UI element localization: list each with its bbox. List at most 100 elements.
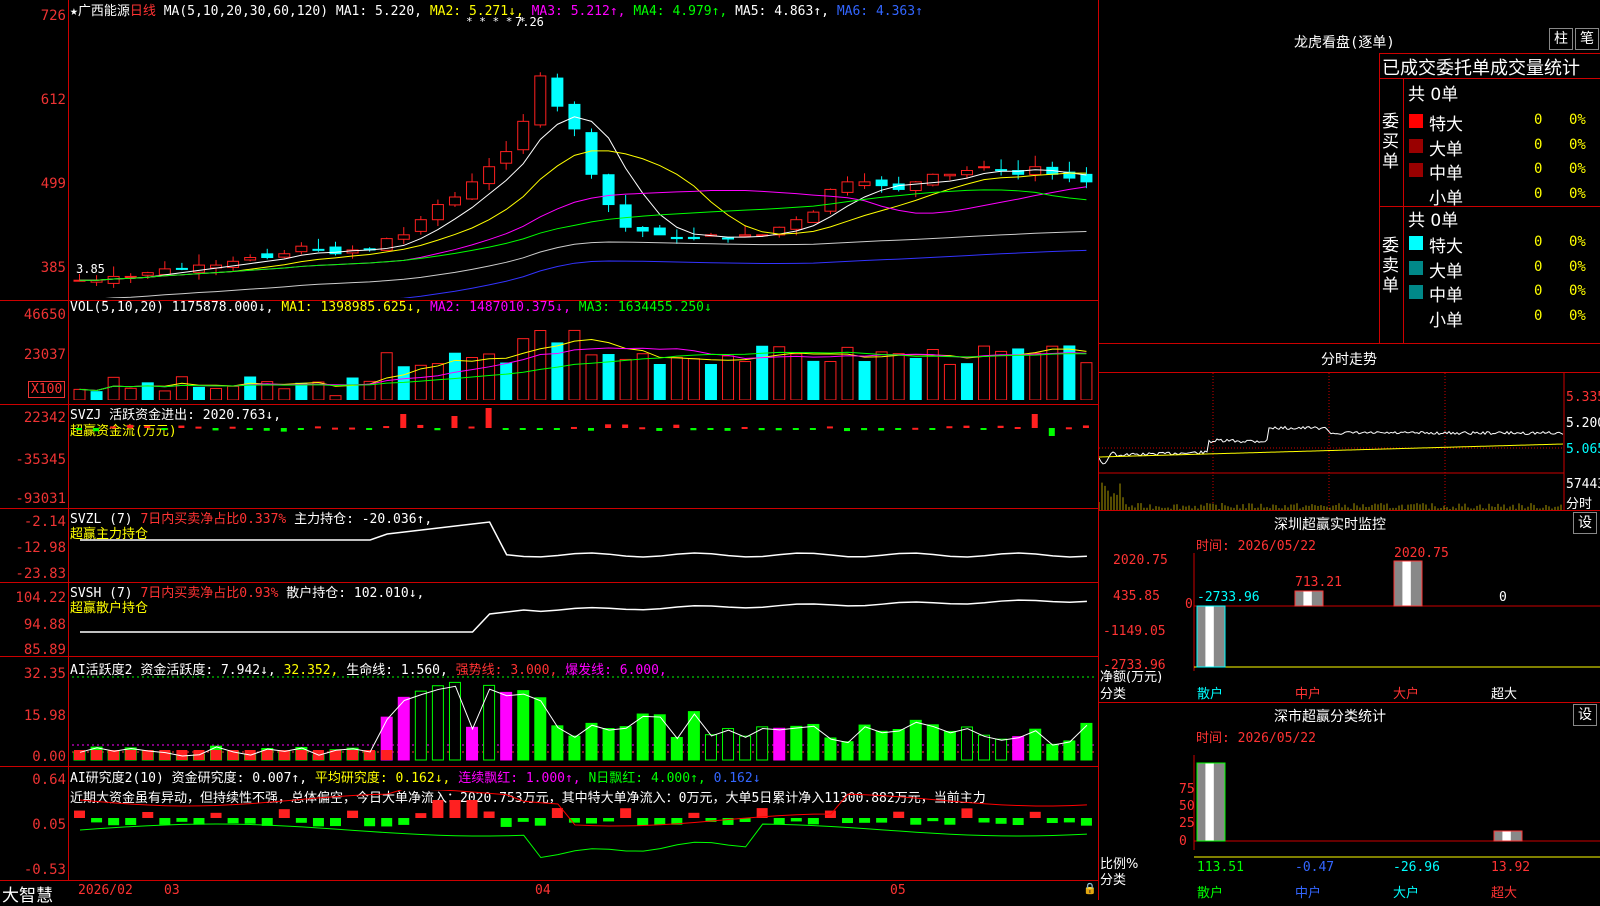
- research-bar: [125, 818, 137, 826]
- candle-body: [278, 253, 291, 258]
- fund-flow-bar: [144, 425, 151, 428]
- divider: [1099, 343, 1600, 344]
- fund-flow-bar: [76, 428, 82, 430]
- favorite-star-icon[interactable]: ★: [70, 4, 78, 19]
- fund-flow-bar: [673, 424, 680, 428]
- research-bar: [244, 818, 256, 824]
- research-bar: [927, 818, 939, 822]
- y-tick: -23.83: [15, 566, 66, 582]
- activity-bar: [960, 726, 973, 761]
- lock-icon[interactable]: 🔒: [1083, 882, 1097, 895]
- activity-bar: [1012, 736, 1025, 761]
- research-bar: [432, 800, 444, 818]
- activity-bar: [602, 728, 615, 761]
- sz-monitor-chart[interactable]: [1099, 553, 1600, 703]
- candle-body: [397, 234, 410, 240]
- research-bar: [876, 818, 888, 823]
- activity-bar: [670, 736, 683, 761]
- candle-body: [995, 169, 1008, 172]
- svzl-chart[interactable]: [72, 510, 1096, 582]
- activity-bar: [892, 729, 905, 761]
- cls-settings-button[interactable]: 设: [1573, 704, 1597, 726]
- research-bar: [961, 808, 973, 818]
- candle-body: [124, 275, 137, 278]
- volume-bar: [380, 352, 393, 400]
- volume-chart[interactable]: [72, 314, 1096, 400]
- research-bar: [74, 810, 85, 818]
- activity-bar: [397, 696, 410, 761]
- sz-bar-label: -2733.96: [1197, 590, 1260, 605]
- candle-body: [466, 181, 479, 200]
- research-bar: [586, 818, 597, 824]
- fund-flow-bar: [792, 428, 799, 430]
- volume-bar: [653, 364, 666, 400]
- fund-flow-bar: [485, 408, 492, 428]
- svzj-chart[interactable]: [72, 408, 1096, 506]
- fund-flow-bar: [366, 428, 373, 430]
- sz-y-tick: 0: [1185, 597, 1193, 612]
- order-row-name: 特大: [1429, 237, 1463, 257]
- sz-settings-button[interactable]: 设: [1573, 512, 1597, 534]
- candlestick-chart[interactable]: [72, 20, 1096, 298]
- fund-flow-bar: [314, 426, 321, 429]
- candle-body: [551, 77, 564, 107]
- research-bar: [364, 818, 376, 827]
- sz-bar-retail: [1196, 605, 1226, 668]
- cls-xlabel: 分类: [1100, 873, 1127, 888]
- ai-activity-chart[interactable]: [72, 670, 1096, 764]
- order-row-name: 小单: [1429, 188, 1463, 209]
- volume-bar: [329, 395, 342, 400]
- volume-bar: [90, 391, 103, 400]
- y-tick: -35345: [15, 452, 66, 468]
- right-panel: 龙虎看盘(逐单) 柱 笔 已成交委托单成交量统计 委买单 委卖单 共 0单 共 …: [1099, 0, 1600, 901]
- volume-bar: [534, 330, 547, 400]
- volume-bar: [346, 377, 359, 400]
- research-bar: [108, 818, 120, 826]
- y-axis-line: [68, 0, 69, 880]
- activity-bar: [790, 725, 803, 761]
- fund-flow-bar: [912, 427, 919, 430]
- sz-time: 时间: 2026/05/22: [1196, 539, 1316, 554]
- ai2-consecutive: 连续飘红: 1.000↑,: [458, 771, 581, 786]
- pane-divider: [0, 656, 1098, 657]
- stock-name[interactable]: 广西能源: [78, 4, 130, 19]
- fund-flow-bar: [434, 428, 441, 431]
- cls-chart[interactable]: [1099, 745, 1600, 900]
- volume-bar: [158, 390, 171, 400]
- order-legend-swatch: [1409, 114, 1423, 128]
- y-tick: -12.98: [15, 540, 66, 556]
- candle-body: [295, 245, 308, 253]
- fund-flow-bar: [895, 428, 902, 430]
- activity-bar: [926, 724, 939, 761]
- activity-bar: [807, 723, 820, 761]
- tick-mode-button[interactable]: 笔: [1575, 28, 1599, 50]
- volume-bar: [227, 385, 240, 400]
- y-tick: 612: [40, 92, 66, 108]
- period-label[interactable]: 日线: [130, 4, 156, 19]
- activity-bar: [875, 730, 888, 761]
- candle-body: [158, 268, 171, 276]
- cls-bar-super: [1493, 830, 1523, 842]
- volume-bar: [943, 363, 956, 400]
- fund-flow-bar: [861, 428, 868, 431]
- ai-research-chart[interactable]: [72, 790, 1096, 880]
- research-bar: [1063, 818, 1075, 823]
- volume-bar: [192, 386, 205, 400]
- candle-body: [722, 237, 735, 240]
- vol-unit-badge[interactable]: X100: [28, 381, 66, 398]
- volume-bar: [824, 361, 837, 400]
- intraday-y-label: 5.200: [1566, 416, 1600, 431]
- intraday-chart[interactable]: [1099, 373, 1600, 510]
- bar-mode-button[interactable]: 柱: [1549, 28, 1573, 50]
- order-legend-swatch: [1409, 309, 1423, 324]
- research-bar: [603, 818, 615, 822]
- order-row-count: 0: [1534, 283, 1543, 299]
- activity-bar: [773, 727, 786, 761]
- volume-bar: [431, 363, 444, 400]
- divider: [1099, 510, 1600, 511]
- activity-bar: [841, 741, 854, 761]
- svsh-chart[interactable]: [72, 584, 1096, 656]
- order-row-name: 特大: [1429, 115, 1463, 135]
- ma-params: MA(5,10,20,30,60,120): [163, 4, 329, 19]
- fund-flow-bar: [588, 428, 594, 431]
